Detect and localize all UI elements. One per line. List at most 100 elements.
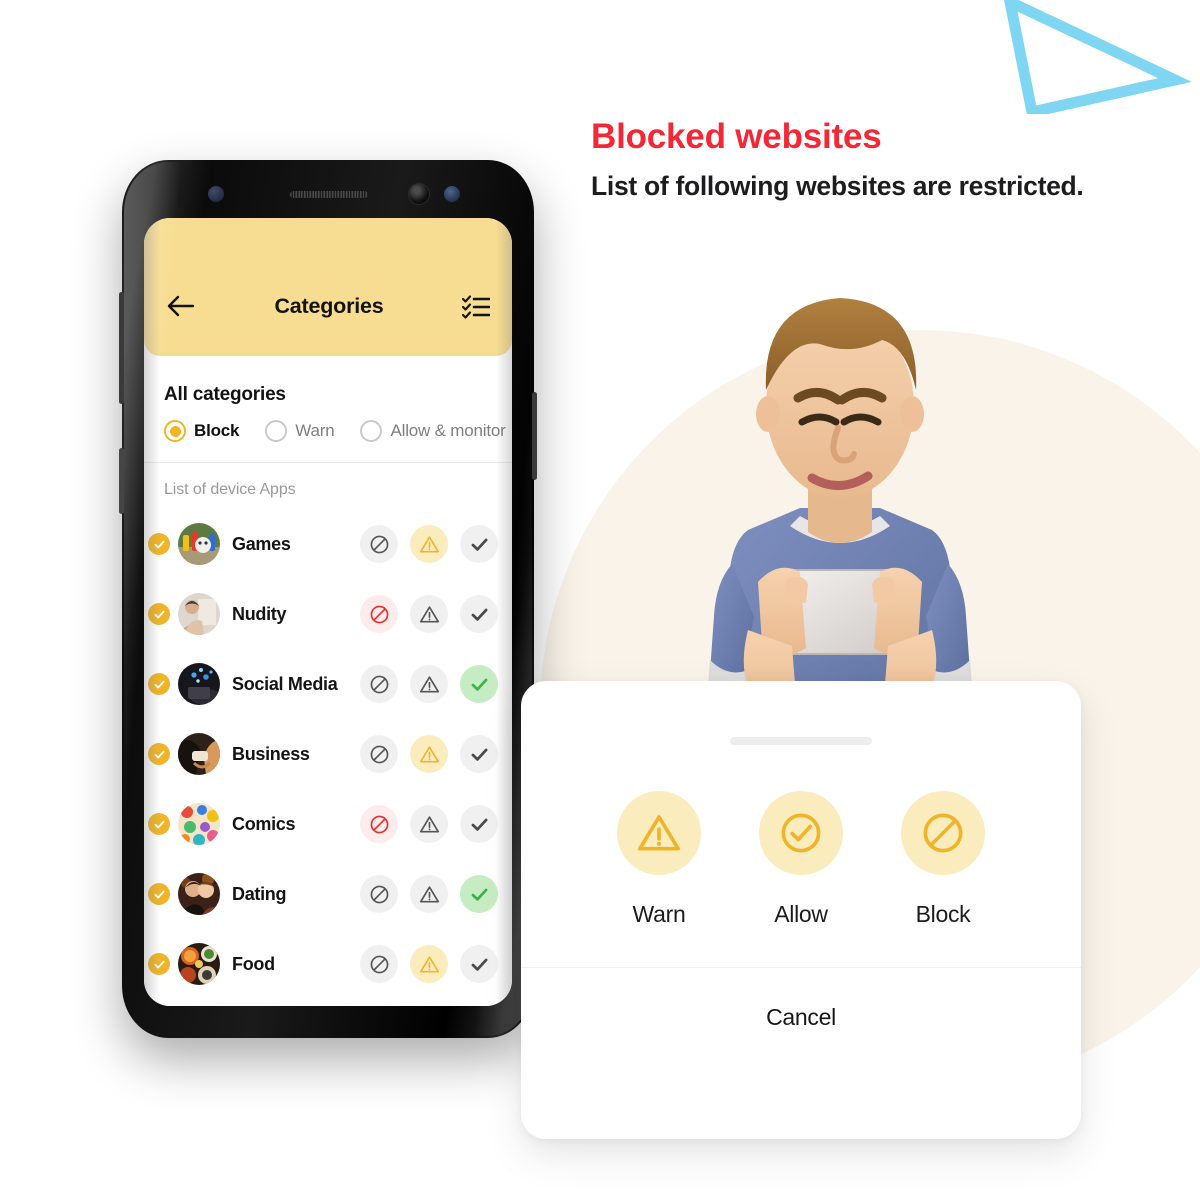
poster-canvas: Blocked websites List of following websi… xyxy=(0,0,1200,1200)
row-label: Food xyxy=(232,953,275,974)
table-row[interactable]: Business xyxy=(144,719,512,789)
check-badge[interactable] xyxy=(148,533,170,555)
row-actions xyxy=(360,875,498,913)
earpiece-speaker xyxy=(290,191,368,198)
sheet-options-row: Warn Allow Block xyxy=(521,791,1081,928)
radio-indicator-warn xyxy=(265,420,288,442)
radio-label-warn: Warn xyxy=(295,421,335,440)
table-row[interactable]: Games xyxy=(144,509,512,579)
cancel-button[interactable]: Cancel xyxy=(521,968,1081,1031)
row-actions xyxy=(360,665,498,703)
app-bar-title: Categories xyxy=(274,293,384,318)
warn-action-button[interactable] xyxy=(410,945,448,983)
action-bottom-sheet: Warn Allow Block Cancel xyxy=(521,681,1081,1139)
allow-action-button[interactable] xyxy=(460,525,498,563)
check-badge[interactable] xyxy=(148,603,170,625)
block-action-button[interactable] xyxy=(360,665,398,703)
front-camera-icon xyxy=(408,183,430,205)
check-badge[interactable] xyxy=(148,673,170,695)
list-header: List of device Apps xyxy=(164,481,296,498)
allow-action-button[interactable] xyxy=(460,595,498,633)
sheet-grabber-handle[interactable] xyxy=(730,737,872,745)
phone-screen: Categories All categories Block Warn All… xyxy=(144,218,512,1006)
block-action-button[interactable] xyxy=(360,875,398,913)
radio-option-warn[interactable]: Warn xyxy=(265,420,335,442)
check-badge[interactable] xyxy=(148,953,170,975)
sheet-option-label: Block xyxy=(915,901,971,927)
row-actions xyxy=(360,595,498,633)
warn-action-button[interactable] xyxy=(410,805,448,843)
avatar xyxy=(178,803,220,845)
block-action-button[interactable] xyxy=(360,945,398,983)
block-action-button[interactable] xyxy=(360,525,398,563)
radio-indicator-block xyxy=(164,420,186,442)
sheet-option-block[interactable]: Block xyxy=(895,791,991,928)
row-label: Nudity xyxy=(232,603,287,624)
radio-indicator-allow-monitor xyxy=(360,420,383,442)
avatar xyxy=(178,873,220,915)
back-arrow-icon[interactable] xyxy=(166,293,196,319)
assistant-button[interactable] xyxy=(119,448,124,514)
power-button[interactable] xyxy=(532,392,537,480)
proximity-sensor-icon xyxy=(208,186,224,202)
block-icon xyxy=(901,791,985,875)
allow-action-button[interactable] xyxy=(460,665,498,703)
warn-action-button[interactable] xyxy=(410,525,448,563)
avatar xyxy=(178,943,220,985)
volume-button[interactable] xyxy=(119,292,124,404)
screen-content: All categories Block Warn Allow & monito… xyxy=(144,356,512,1006)
row-actions xyxy=(360,805,498,843)
row-label: Dating xyxy=(232,883,287,904)
checklist-icon[interactable] xyxy=(462,293,490,319)
allow-action-button[interactable] xyxy=(460,945,498,983)
radio-label-block: Block xyxy=(194,421,240,440)
radio-option-allow-monitor[interactable]: Allow & monitor xyxy=(360,420,506,442)
section-title: All categories xyxy=(164,384,286,405)
table-row[interactable]: Comics xyxy=(144,789,512,859)
avatar xyxy=(178,733,220,775)
allow-icon xyxy=(759,791,843,875)
block-action-button[interactable] xyxy=(360,595,398,633)
table-row[interactable]: Nudity xyxy=(144,579,512,649)
allow-action-button[interactable] xyxy=(460,735,498,773)
page-subtitle: List of following websites are restricte… xyxy=(591,170,1084,201)
block-action-button[interactable] xyxy=(360,735,398,773)
row-actions xyxy=(360,735,498,773)
row-label: Comics xyxy=(232,813,296,834)
warn-action-button[interactable] xyxy=(410,735,448,773)
phone-top-bezel xyxy=(122,160,534,218)
warn-action-button[interactable] xyxy=(410,665,448,703)
table-row[interactable]: Food xyxy=(144,929,512,999)
radio-option-block[interactable]: Block xyxy=(164,420,239,442)
mode-radio-group: Block Warn Allow & monitor xyxy=(144,406,512,442)
app-bar: Categories xyxy=(144,218,512,356)
sheet-option-label: Warn xyxy=(632,901,686,927)
check-badge[interactable] xyxy=(148,883,170,905)
row-label: Games xyxy=(232,533,291,554)
radio-label-allow-monitor: Allow & monitor xyxy=(390,421,506,440)
avatar xyxy=(178,663,220,705)
check-badge[interactable] xyxy=(148,813,170,835)
warn-action-button[interactable] xyxy=(410,595,448,633)
page-title: Blocked websites xyxy=(591,117,882,156)
avatar xyxy=(178,523,220,565)
avatar xyxy=(178,593,220,635)
allow-action-button[interactable] xyxy=(460,805,498,843)
category-list: Games Nudity Social Media Business Comic… xyxy=(144,509,512,999)
headline-block: Blocked websites List of following websi… xyxy=(591,117,1084,202)
row-actions xyxy=(360,525,498,563)
table-row[interactable]: Social Media xyxy=(144,649,512,719)
triangle-decoration xyxy=(1003,0,1192,114)
block-action-button[interactable] xyxy=(360,805,398,843)
warn-action-button[interactable] xyxy=(410,875,448,913)
sheet-option-label: Allow xyxy=(774,901,828,927)
sheet-option-allow[interactable]: Allow xyxy=(753,791,849,928)
row-actions xyxy=(360,945,498,983)
smartphone-mockup: Categories All categories Block Warn All… xyxy=(119,160,537,1038)
row-label: Business xyxy=(232,743,310,764)
check-badge[interactable] xyxy=(148,743,170,765)
allow-action-button[interactable] xyxy=(460,875,498,913)
table-row[interactable]: Dating xyxy=(144,859,512,929)
sheet-option-warn[interactable]: Warn xyxy=(611,791,707,928)
iris-scanner-icon xyxy=(444,186,460,202)
